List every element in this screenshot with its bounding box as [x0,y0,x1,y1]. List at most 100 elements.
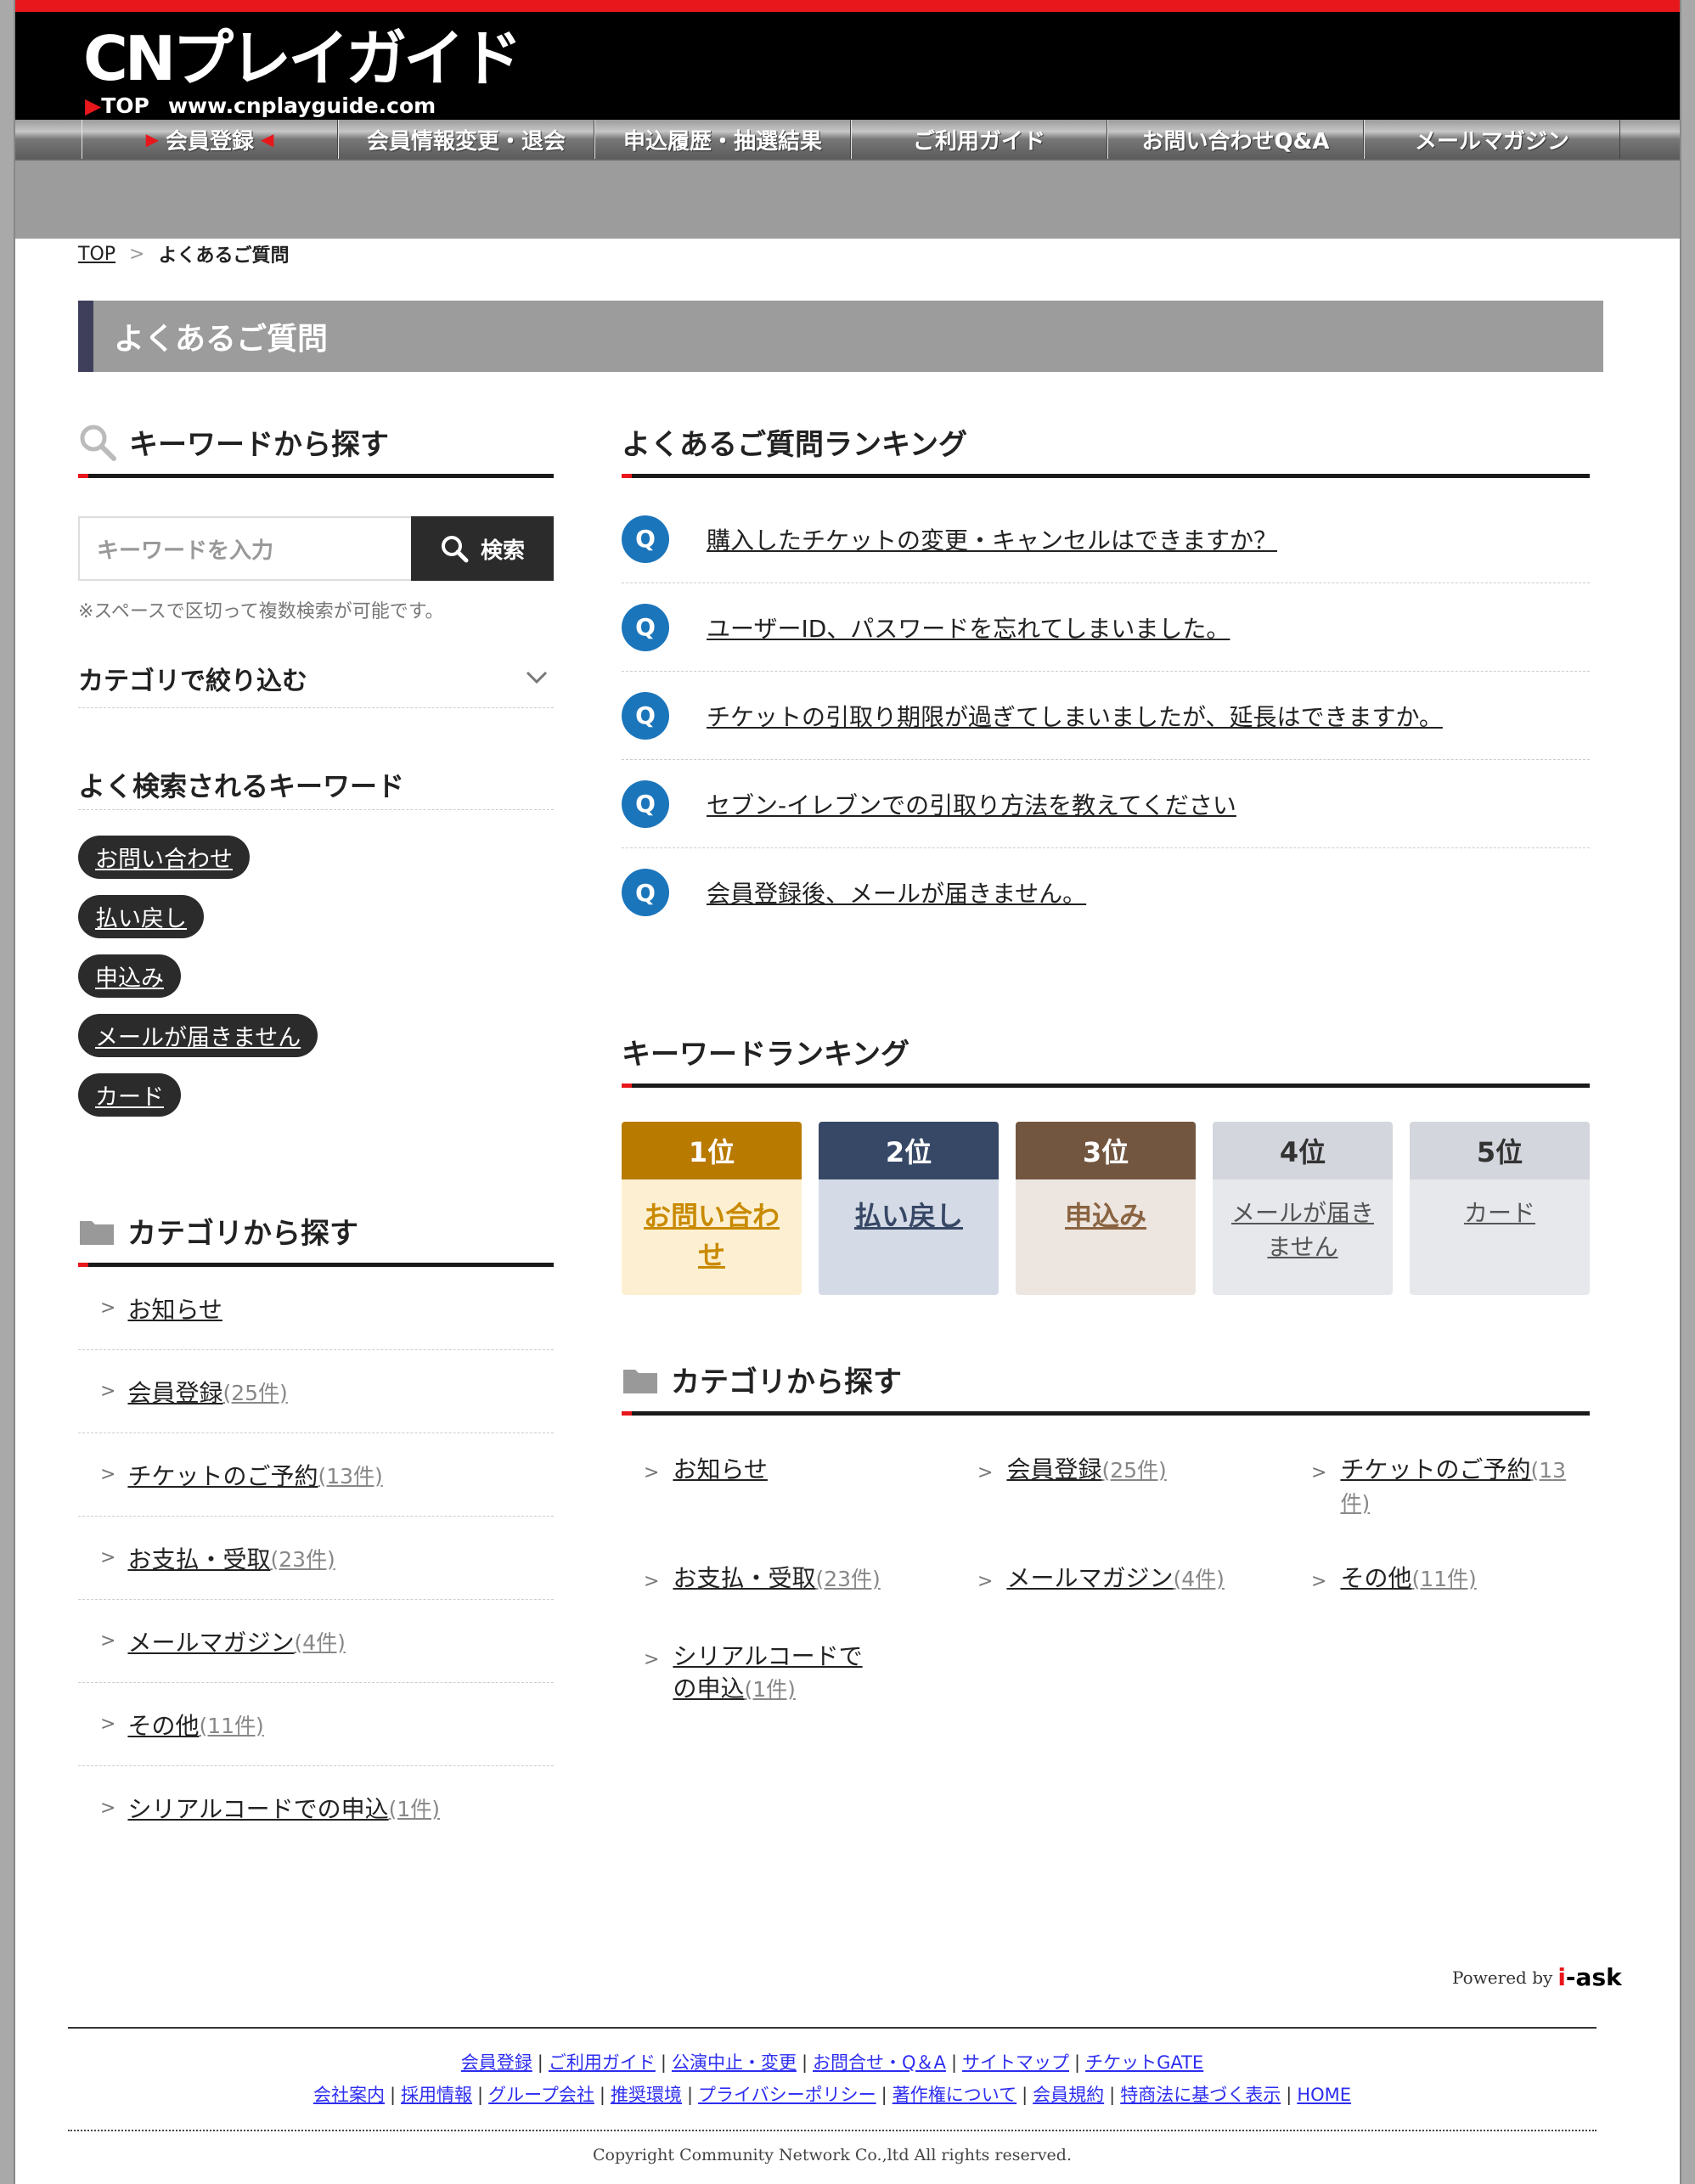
keyword-tag[interactable]: 申込み [78,954,181,998]
logo-url: www.cnplayguide.com [167,93,436,118]
faq-ranking-heading: よくあるご質問ランキング [622,410,1590,478]
category-item[interactable]: >チケットのご予約(13件) [78,1433,554,1517]
footer-link[interactable]: 会員登録 [461,2052,532,2073]
footer-links-row2: 会社案内 | 採用情報 | グループ会社 | 推奨環境 | プライバシーポリシー | 著作権について… [313,2085,1352,2105]
footer-link[interactable]: ご利用ガイド [549,2052,656,2073]
search-input[interactable]: キーワードを入力 [78,516,411,581]
rank-card[interactable]: 1位 お問い合わせ [622,1122,802,1295]
logo-top-label: TOP [101,93,149,118]
footer-links-row1: 会員登録 | ご利用ガイド | 公演中止・変更 | お問合せ・Q＆A | サイトマップ | チケット… [460,2052,1204,2073]
chevron-right-icon: > [100,1797,116,1819]
faq-item[interactable]: Q 購入したチケットの変更・キャンセルはできますか？ [622,495,1590,583]
rank-label: 5位 [1410,1122,1590,1179]
footer-link[interactable]: 会員規約 [1033,2085,1104,2105]
nav-history[interactable]: 申込履歴・抽選結果 [594,120,851,159]
site-logo[interactable]: CNプレイガイド [83,25,522,92]
category-item[interactable]: > お知らせ [78,1267,554,1350]
nav-faq[interactable]: お問い合わせQ&A [1107,120,1364,159]
keyword-tag[interactable]: カード [78,1073,181,1117]
nav-mailmag[interactable]: メールマガジン [1364,120,1620,159]
filter-label: カテゴリで絞り込む [78,666,307,696]
footer-link[interactable]: 推奨環境 [611,2085,682,2105]
category-item[interactable]: >シリアルコードでの申込(1件) [622,1641,876,1706]
faq-item[interactable]: Q ユーザーID、パスワードを忘れてしまいました。 [622,583,1590,672]
rank-card[interactable]: 4位 メールが届きません [1213,1122,1393,1295]
category-item[interactable]: >その他(11件) [78,1683,554,1766]
grey-band [15,160,1680,239]
rank-keyword: 申込み [1064,1200,1146,1232]
rank-label: 1位 [622,1122,802,1179]
footer-dotted-divider [68,2130,1596,2131]
footer-link[interactable]: 採用情報 [401,2085,472,2105]
search-button[interactable]: 検索 [411,516,554,581]
chevron-right-icon: > [644,1571,660,1592]
main-content: TOP > よくあるご質問 よくあるご質問 キーワードから探す キーワードを入力… [78,237,1603,1823]
rank-card[interactable]: 2位 払い戻し [819,1122,999,1295]
heading-text: キーワードランキング [622,1038,909,1072]
category-item[interactable]: >お支払・受取(23件) [78,1517,554,1600]
footer-link[interactable]: プライバシーポリシー [698,2085,876,2105]
rank-card[interactable]: 3位 申込み [1016,1122,1196,1295]
chevron-right-icon: > [977,1462,994,1483]
powered-by[interactable]: Powered by i-ask [1452,1963,1622,1991]
left-column: キーワードから探す キーワードを入力 検索 ※スペースで区切って複数検索が可能で… [78,410,554,1849]
nav-member-register[interactable]: ▶ 会員登録 ◀ [82,120,338,159]
keyword-tag[interactable]: お問い合わせ [78,836,250,879]
chevron-right-icon: > [100,1547,116,1568]
faq-item[interactable]: Q 会員登録後、メールが届きません。 [622,848,1590,937]
rank-keyword: カード [1463,1199,1535,1227]
category-item[interactable]: >メールマガジン(4件) [78,1600,554,1683]
question-badge-icon: Q [622,691,669,740]
footer-link[interactable]: チケットGATE [1085,2052,1203,2073]
category-item[interactable]: >チケットのご予約(13件) [1289,1454,1590,1520]
nav-member-edit[interactable]: 会員情報変更・退会 [338,120,594,159]
right-triangle-icon: ▶ [145,129,159,149]
category-heading-left: カテゴリから探す [78,1199,554,1267]
keyword-tag[interactable]: 払い戻し [78,895,204,938]
category-heading-right: カテゴリから探す [622,1348,1590,1416]
nav-guide[interactable]: ご利用ガイド [851,120,1107,159]
footer-link[interactable]: 会社案内 [313,2085,385,2105]
footer-link[interactable]: 特商法に基づく表示 [1120,2085,1281,2105]
nav-label: 会員登録 [165,128,254,155]
chevron-right-icon: > [100,1381,116,1402]
search-note: ※スペースで区切って複数検索が可能です。 [78,601,444,622]
chevron-right-icon: > [644,1462,660,1483]
question-badge-icon: Q [622,869,669,916]
heading-text: キーワードから探す [129,428,389,462]
triangle-icon: ▶ [85,93,102,118]
faq-item[interactable]: Q チケットの引取り期限が過ぎてしまいましたが、延長はできますか。 [622,672,1590,760]
popular-keywords-heading: よく検索されるキーワード [78,759,554,810]
top-red-bar [15,0,1680,12]
keyword-tag[interactable]: メールが届きません [78,1014,318,1057]
chevron-right-icon: > [644,1649,660,1670]
category-item[interactable]: > お知らせ [622,1454,955,1520]
chevron-right-icon: > [1311,1571,1327,1592]
footer-link[interactable]: グループ会社 [488,2085,594,2105]
faq-item[interactable]: Q セブン-イレブンでの引取り方法を教えてください [622,760,1590,848]
category-item[interactable]: >メールマガジン(4件) [955,1562,1289,1598]
footer-link[interactable]: 公演中止・変更 [672,2052,797,2073]
category-item[interactable]: >会員登録(25件) [955,1454,1289,1520]
footer-link[interactable]: HOME [1297,2085,1351,2105]
category-item[interactable]: >シリアルコードでの申込(1件) [78,1766,554,1849]
footer-link[interactable]: お問合せ・Q＆A [813,2052,946,2073]
category-item[interactable]: >お支払・受取(23件) [622,1562,955,1598]
page-title: よくあるご質問 [78,301,1603,372]
rank-keyword: お問い合わせ [643,1200,780,1271]
search-form: キーワードを入力 検索 [78,516,554,581]
footer-link[interactable]: サイトマップ [962,2052,1069,2073]
category-filter-toggle[interactable]: カテゴリで絞り込む [78,649,554,708]
logo-subline[interactable]: ▶TOP www.cnplayguide.com [85,93,436,118]
footer-link[interactable]: 著作権について [893,2085,1016,2105]
category-grid: > お知らせ > 会員登録(25件) > チケットのご予約(13件) > お支払・受取(… [622,1454,1590,1706]
keyword-search-heading: キーワードから探す [78,410,554,478]
rank-card[interactable]: 5位 カード [1410,1122,1590,1295]
breadcrumb-home-link[interactable]: TOP [78,244,115,265]
category-item[interactable]: >会員登録(25件) [78,1350,554,1433]
rank-label: 4位 [1213,1122,1393,1179]
rank-label: 3位 [1016,1122,1196,1179]
folder-icon [78,1216,115,1247]
category-item[interactable]: >その他(11件) [1289,1562,1590,1598]
global-nav: ▶ 会員登録 ◀ 会員情報変更・退会 申込履歴・抽選結果 ご利用ガイド お問い合… [15,120,1680,160]
